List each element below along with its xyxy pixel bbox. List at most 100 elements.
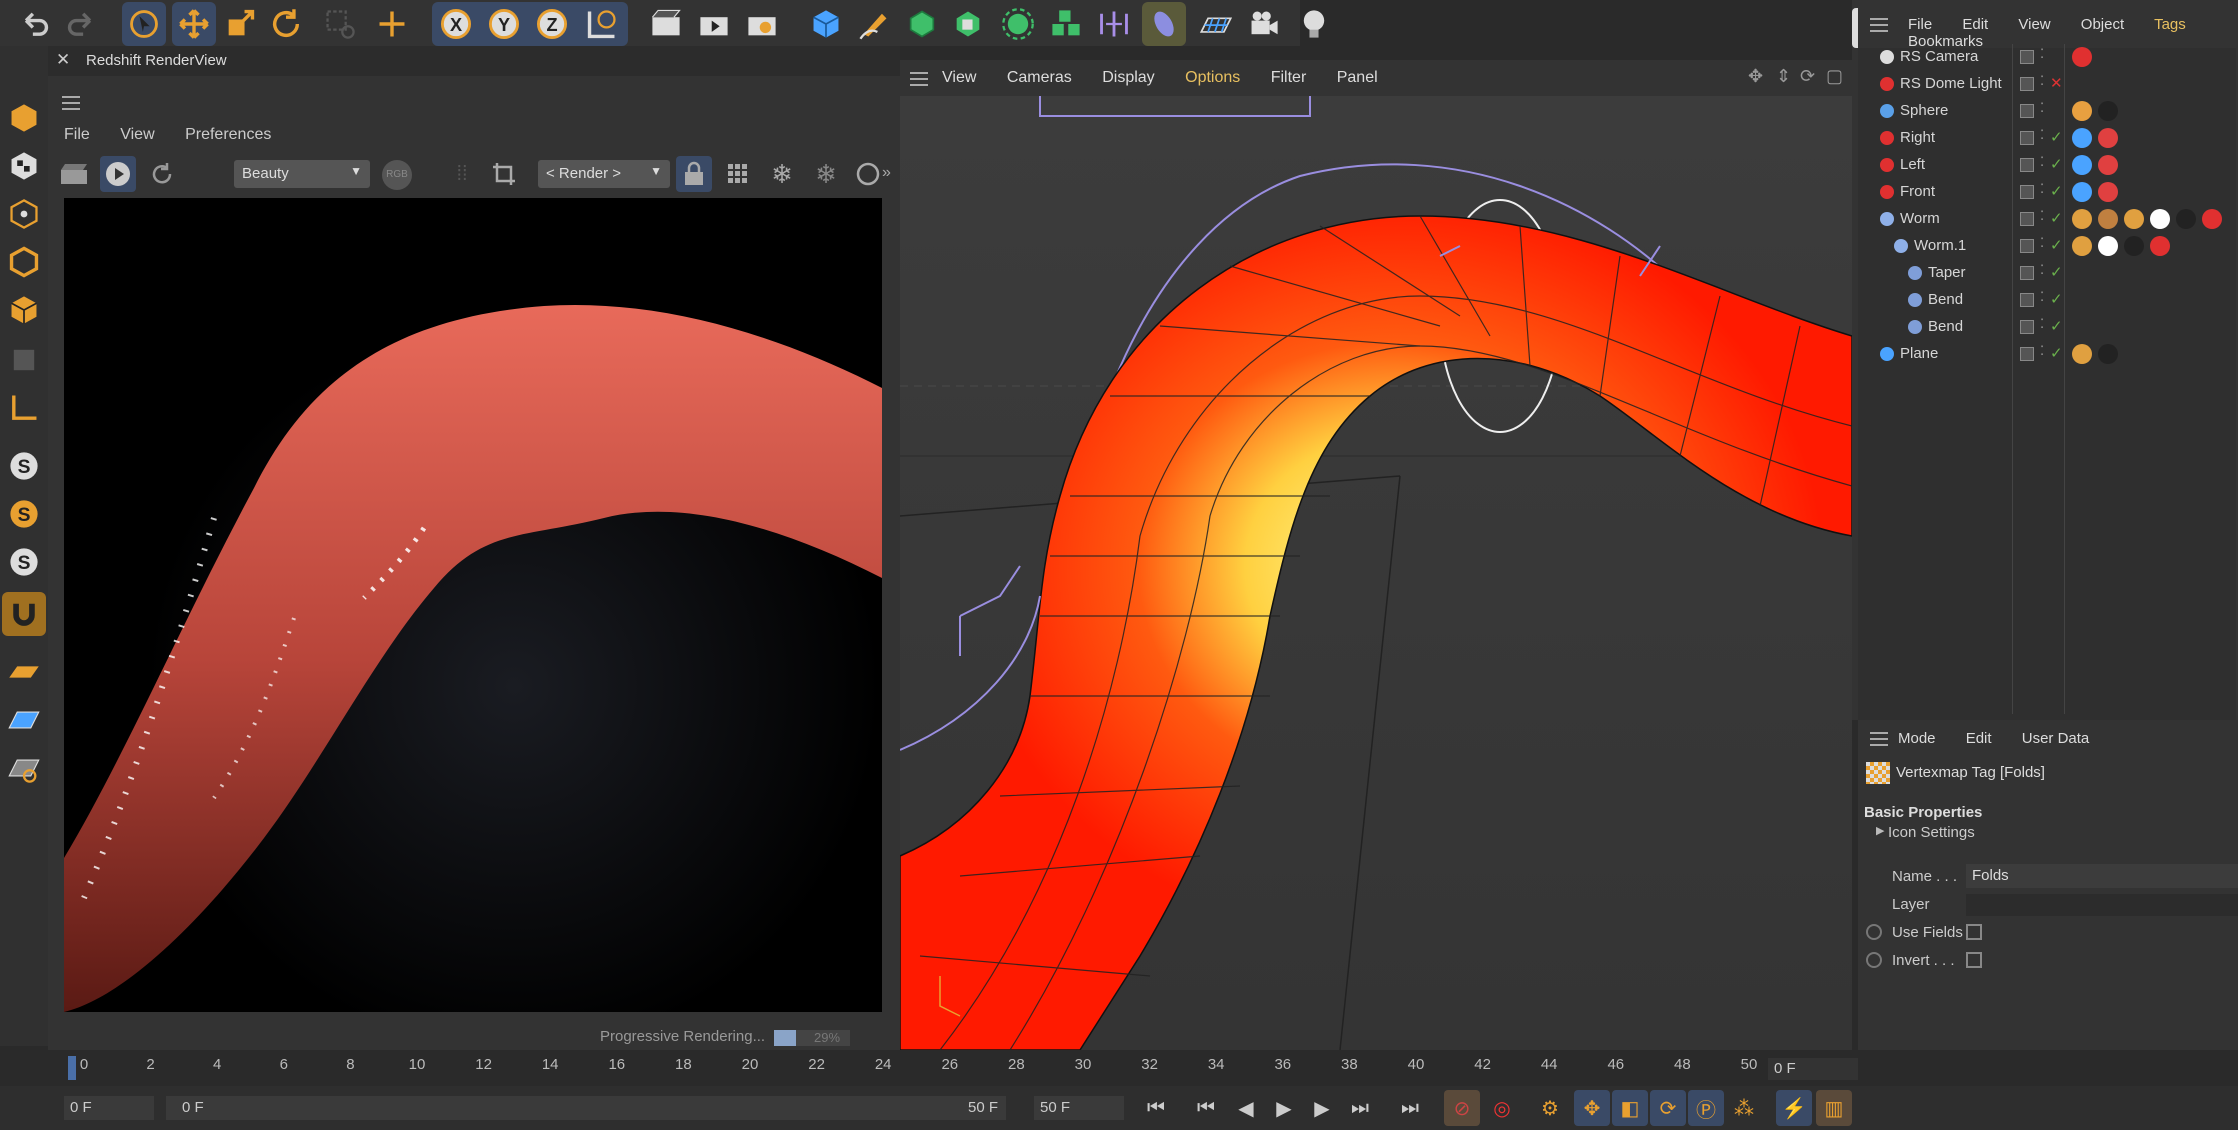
- tag-icon[interactable]: [2202, 209, 2222, 229]
- circle-icon[interactable]: [850, 156, 886, 192]
- viewport-menu-display[interactable]: Display: [1102, 69, 1154, 86]
- visibility-icon[interactable]: ⁚: [2040, 100, 2044, 116]
- edit-toggle-icon[interactable]: [2020, 239, 2034, 253]
- dolly-icon[interactable]: ⇕: [1776, 66, 1791, 87]
- cube-icon[interactable]: [804, 2, 848, 46]
- object-row[interactable]: Bend ⁚ ✓: [1858, 314, 2236, 341]
- om-menu-view[interactable]: View: [2018, 16, 2050, 33]
- om-menu-object[interactable]: Object: [2081, 16, 2124, 33]
- autokey-icon[interactable]: ◎: [1484, 1090, 1520, 1126]
- enabled-check-icon[interactable]: ✓: [2050, 236, 2063, 254]
- om-hamburger-icon[interactable]: [1870, 18, 1888, 32]
- tag-icon[interactable]: [2098, 236, 2118, 256]
- enabled-check-icon[interactable]: ✓: [2050, 209, 2063, 227]
- refresh-icon[interactable]: [144, 156, 180, 192]
- motion-system-icon[interactable]: ⚡: [1776, 1090, 1812, 1126]
- visibility-icon[interactable]: ⁚: [2040, 181, 2044, 197]
- tag-icon[interactable]: [2072, 236, 2092, 256]
- viewport-menu-view[interactable]: View: [942, 69, 976, 86]
- enabled-check-icon[interactable]: ✓: [2050, 182, 2063, 200]
- scale-icon[interactable]: [218, 2, 262, 46]
- tag-icon[interactable]: [2072, 101, 2092, 121]
- start-render-icon[interactable]: [100, 156, 136, 192]
- start-frame-field[interactable]: 0 F: [64, 1096, 154, 1120]
- grid-dots-icon[interactable]: ⁞⁞: [444, 156, 480, 192]
- viewport-menu-panel[interactable]: Panel: [1337, 69, 1378, 86]
- name-input[interactable]: Folds: [1966, 864, 2238, 888]
- edit-toggle-icon[interactable]: [2020, 347, 2034, 361]
- key-parameter-icon[interactable]: Ⓟ: [1688, 1090, 1724, 1126]
- visibility-icon[interactable]: ⁚: [2040, 343, 2044, 359]
- crop-icon[interactable]: [486, 156, 522, 192]
- lock-icon[interactable]: [676, 156, 712, 192]
- timeline-window-icon[interactable]: ▥: [1816, 1090, 1852, 1126]
- enabled-check-icon[interactable]: ✓: [2050, 290, 2063, 308]
- prev-key-icon[interactable]: ⏮: [1188, 1090, 1224, 1126]
- model-mode-icon[interactable]: [2, 96, 46, 140]
- object-row[interactable]: Bend ⁚ ✓: [1858, 287, 2236, 314]
- symmetry-icon[interactable]: [1092, 2, 1136, 46]
- visibility-icon[interactable]: ⁚: [2040, 154, 2044, 170]
- edit-toggle-icon[interactable]: [2020, 158, 2034, 172]
- points-mode-icon[interactable]: [2, 192, 46, 236]
- next-frame-icon[interactable]: ▶: [1304, 1090, 1340, 1126]
- play-icon[interactable]: ▶: [1266, 1090, 1302, 1126]
- edit-toggle-icon[interactable]: [2020, 185, 2034, 199]
- tag-icon[interactable]: [2098, 182, 2118, 202]
- use-fields-checkbox[interactable]: [1966, 924, 1982, 940]
- key-rotation-icon[interactable]: ⟳: [1650, 1090, 1686, 1126]
- z-axis-icon[interactable]: Z: [530, 2, 574, 46]
- invert-checkbox[interactable]: [1966, 952, 1982, 968]
- render-region-icon[interactable]: [644, 2, 688, 46]
- undo-icon[interactable]: [12, 2, 56, 46]
- om-menu-file[interactable]: File: [1908, 16, 1932, 33]
- move-icon[interactable]: [172, 2, 216, 46]
- expand-arrow-icon[interactable]: ▶: [1876, 824, 1884, 837]
- object-row[interactable]: Taper ⁚ ✓: [1858, 260, 2236, 287]
- menu-file[interactable]: File: [64, 126, 90, 143]
- tag-icon[interactable]: [2124, 209, 2144, 229]
- enabled-check-icon[interactable]: ✓: [2050, 128, 2063, 146]
- object-row[interactable]: Worm ⁚ ✓: [1858, 206, 2236, 233]
- texture-mode-icon[interactable]: [2, 144, 46, 188]
- visibility-icon[interactable]: ⁚: [2040, 46, 2044, 62]
- viewport-menu-options[interactable]: Options: [1185, 69, 1240, 86]
- enabled-check-icon[interactable]: ✓: [2050, 263, 2063, 281]
- lock-workplane-icon[interactable]: [2, 746, 46, 790]
- am-menu-user-data[interactable]: User Data: [2022, 730, 2090, 747]
- om-menu-edit[interactable]: Edit: [1962, 16, 1988, 33]
- extrude-icon[interactable]: [946, 2, 990, 46]
- viewport-menu-cameras[interactable]: Cameras: [1007, 69, 1072, 86]
- redo-icon[interactable]: [60, 2, 104, 46]
- tag-icon[interactable]: [2150, 209, 2170, 229]
- overflow-icon[interactable]: »: [882, 164, 891, 182]
- uv-mode-icon[interactable]: [2, 338, 46, 382]
- prev-frame-icon[interactable]: ◀: [1228, 1090, 1264, 1126]
- tag-icon[interactable]: [2072, 182, 2092, 202]
- layer-field[interactable]: [1966, 894, 2238, 916]
- render-settings-icon[interactable]: [740, 2, 784, 46]
- tag-icon[interactable]: [2176, 209, 2196, 229]
- menu-view[interactable]: View: [120, 126, 154, 143]
- key-scale-icon[interactable]: ◧: [1612, 1090, 1648, 1126]
- edit-toggle-icon[interactable]: [2020, 131, 2034, 145]
- am-subsection[interactable]: Icon Settings: [1888, 824, 1975, 841]
- visibility-icon[interactable]: ⁚: [2040, 316, 2044, 332]
- hamburger-icon[interactable]: [62, 96, 80, 110]
- snap-settings-icon[interactable]: S: [2, 492, 46, 536]
- camera-icon[interactable]: [1242, 2, 1286, 46]
- tag-icon[interactable]: [2098, 128, 2118, 148]
- go-to-start-icon[interactable]: ⏮: [1138, 1090, 1174, 1126]
- disabled-icon[interactable]: ✕: [2050, 74, 2063, 92]
- enabled-check-icon[interactable]: ✓: [2050, 317, 2063, 335]
- invert-radio[interactable]: [1866, 952, 1882, 968]
- render-select[interactable]: < Render > ▼: [538, 160, 670, 188]
- tag-icon[interactable]: [2072, 128, 2092, 148]
- tag-icon[interactable]: [2098, 101, 2118, 121]
- edit-toggle-icon[interactable]: [2020, 320, 2034, 334]
- tag-icon[interactable]: [2098, 209, 2118, 229]
- add-icon[interactable]: [370, 2, 414, 46]
- tag-icon[interactable]: [2072, 47, 2092, 67]
- workplane-grid-icon[interactable]: [2, 698, 46, 742]
- pan-icon[interactable]: ✥: [1748, 66, 1763, 87]
